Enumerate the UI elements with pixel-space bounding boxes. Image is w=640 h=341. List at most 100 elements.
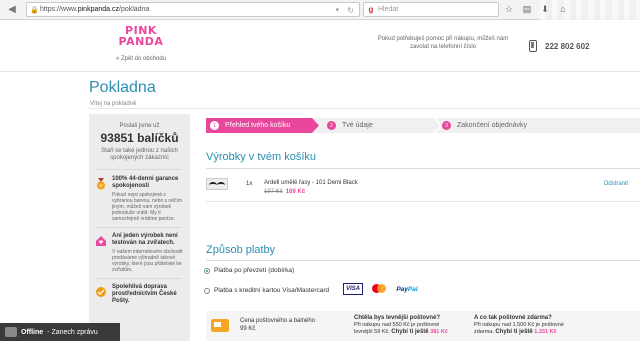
cheaper-title: Chtěla bys levnější poštovné? <box>354 315 441 321</box>
payment-title: Způsob platby <box>206 244 276 256</box>
radio-unselected[interactable] <box>204 287 210 294</box>
info-sidebar: Poslali jsme už 93851 balíčků Staň se ta… <box>89 114 190 341</box>
payment-option-label: Platba s kreditní kartou Visa/Mastercard <box>214 287 330 294</box>
help-text: Pokud potřebuješ pomoc při nákupu, můžeš… <box>377 36 509 50</box>
step-cart[interactable]: 1 Přehled tvého košíku <box>206 118 319 133</box>
postage-label: Cena poštovného a balného <box>240 318 316 324</box>
toolbar-icons: ☆ ▤ ⬇ ⌂ <box>503 3 569 15</box>
phone-icon <box>529 40 537 52</box>
logo-line-2: PANDA <box>118 35 164 48</box>
browser-toolbar: ◀ 🔒 https://www. pinkpanda.cz/pokladna ▾ … <box>0 0 640 20</box>
animal-title: Ani jeden výrobek není testován na zvířa… <box>112 233 178 246</box>
product-name[interactable]: Ardell umělé řasy - 101 Demi Black <box>264 180 358 186</box>
download-icon[interactable]: ⬇ <box>539 3 551 15</box>
chat-widget[interactable]: Offline - Zanech zprávu <box>0 323 120 341</box>
cart-item: 1x Ardell umělé řasy - 101 Demi Black 19… <box>206 172 640 202</box>
customer-note: Staň se také jednou z našich spokojených… <box>101 148 178 161</box>
paypal-logo: Pay Pal <box>396 283 418 295</box>
home-icon[interactable]: ⌂ <box>557 3 569 15</box>
url-prefix: https://www. <box>40 6 78 13</box>
cheaper-line1: Při nákupu nad 550 Kč je poštovné <box>354 322 440 328</box>
payment-option-card[interactable]: Platba s kreditní kartou Visa/Mastercard <box>204 287 329 294</box>
site-header: PINK PANDA « Zpět do obchodu Pokud potře… <box>0 20 640 72</box>
pinkpanda-logo[interactable]: PINK PANDA <box>111 25 171 47</box>
free-line2b: Chybí ti ještě <box>495 329 533 335</box>
step-label: Přehled tvého košíku <box>225 122 291 129</box>
parcel-count: 93851 balíčků <box>100 131 179 145</box>
cart-title: Výrobky v tvém košíku <box>206 151 317 163</box>
product-image <box>206 178 228 190</box>
page-title: Pokladna <box>89 79 156 96</box>
truck-icon <box>211 319 229 332</box>
radio-selected[interactable] <box>204 267 210 274</box>
divider <box>88 108 640 109</box>
step-number: 1 <box>210 121 219 130</box>
chat-action[interactable]: - Zanech zprávu <box>47 329 98 336</box>
animal-testing-block: Ani jeden výrobek není testován na zvířa… <box>89 233 190 273</box>
reload-icon[interactable]: ↻ <box>347 3 354 18</box>
chat-status: Offline <box>21 328 44 336</box>
cheaper-remaining: 381 Kč <box>428 329 448 335</box>
url-host: pinkpanda.cz <box>77 6 119 13</box>
step-number: 3 <box>442 121 451 130</box>
guarantee-text: Pokud nejsi spokojená s vybranou barvou,… <box>112 192 183 222</box>
chat-bubble-icon <box>5 327 17 337</box>
delivery-block: Spolehlivá doprava prostřednictvím České… <box>89 284 190 305</box>
back-to-shop-link[interactable]: « Zpět do obchodu <box>116 56 166 62</box>
house-heart-icon <box>96 236 106 246</box>
new-price: 169 Kč <box>285 189 306 195</box>
step-finish[interactable]: 3 Zakončení objednávky <box>442 118 527 133</box>
step-label: Zakončení objednávky <box>457 122 528 129</box>
cheaper-line2b: Chybí ti ještě <box>391 329 429 335</box>
paypal-pay: Pay <box>396 285 408 293</box>
search-placeholder: Hledat <box>378 6 399 13</box>
search-input[interactable]: g Hledat <box>363 2 499 17</box>
divider <box>97 278 182 279</box>
sent-label: Poslali jsme už <box>119 123 160 129</box>
guarantee-title: 100% 44-denní garance spokojenosti <box>112 176 179 189</box>
product-price: 197 Kč 169 Kč <box>264 189 305 195</box>
phone-number[interactable]: 222 802 602 <box>545 42 590 51</box>
step-details[interactable]: 2 Tvé údaje <box>327 118 373 133</box>
remove-item-link[interactable]: Odstranit <box>604 181 628 187</box>
postage-price: Cena poštovného a balného 99 Kč <box>240 317 315 333</box>
guarantee-block: 100% 44-denní garance spokojenosti Pokud… <box>89 176 190 222</box>
library-icon[interactable]: ▤ <box>521 3 533 15</box>
address-bar[interactable]: 🔒 https://www. pinkpanda.cz/pokladna ▾ ↻ <box>26 2 360 17</box>
paypal-pal: Pal <box>407 285 418 293</box>
payment-option-cod[interactable]: Platba po převzetí (dobírka) <box>204 267 294 274</box>
postage-value: 99 Kč <box>240 326 256 332</box>
bookmark-star-icon[interactable]: ☆ <box>503 3 515 15</box>
free-remaining: 1.331 Kč <box>532 329 557 335</box>
dropdown-arrow-icon[interactable]: ▾ <box>335 3 339 18</box>
divider <box>206 260 640 261</box>
delivery-icon <box>96 287 106 297</box>
shipping-info: Cena poštovného a balného 99 Kč Chtěla b… <box>206 311 640 341</box>
free-line2a: zdarma. <box>474 329 496 335</box>
animal-text: V našem internetovém obchodě prodáváme v… <box>112 249 183 273</box>
item-quantity: 1x <box>246 181 253 187</box>
visa-logo: VISA <box>343 283 363 295</box>
mastercard-logo <box>369 283 389 295</box>
divider <box>97 227 182 228</box>
lock-icon: 🔒 <box>30 6 39 14</box>
checkout-steps: 1 Přehled tvého košíku 2 Tvé údaje 3 Zak… <box>206 118 640 133</box>
free-line1: Při nákupu nad 1.500 Kč je poštovné <box>474 322 564 328</box>
step-number: 2 <box>327 121 336 130</box>
cheaper-line2a: levnější 59 Kč. <box>354 329 392 335</box>
delivery-title: Spolehlivá doprava prostřednictvím České… <box>112 284 177 304</box>
cheaper-postage-box: Chtěla bys levnější poštovné? Při nákupu… <box>354 315 464 336</box>
page-subtitle: Vítej na pokladně <box>90 101 137 107</box>
payment-option-label: Platba po převzetí (dobírka) <box>214 267 295 274</box>
step-label: Tvé údaje <box>342 122 373 129</box>
medal-icon <box>97 178 105 190</box>
search-engine-icon[interactable]: g <box>364 5 378 14</box>
step-separator-icon <box>434 118 442 133</box>
old-price: 197 Kč <box>264 189 283 195</box>
url-path: /pokladna <box>119 6 150 13</box>
divider <box>206 168 640 169</box>
divider <box>97 169 182 170</box>
back-arrow-icon[interactable]: ◀ <box>4 3 20 17</box>
free-postage-box: A co tak poštovné zdarma? Při nákupu nad… <box>474 315 584 336</box>
free-title: A co tak poštovné zdarma? <box>474 315 552 321</box>
